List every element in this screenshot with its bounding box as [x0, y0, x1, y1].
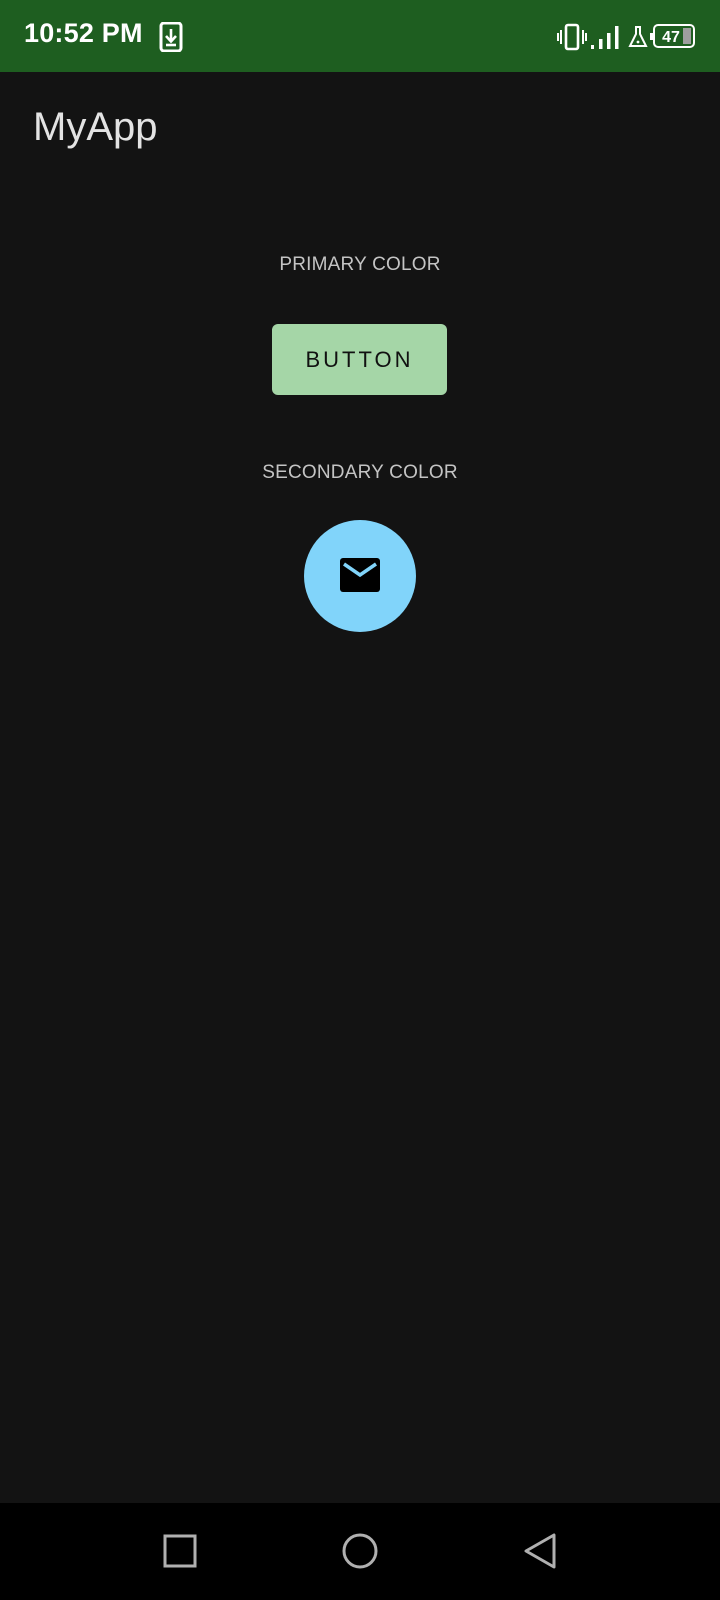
navigation-bar [0, 1503, 720, 1600]
screen: 10:52 PM 47 MyApp PRIMARY COLOR BUTTON S… [0, 0, 720, 1600]
vibrate-icon [557, 23, 587, 51]
battery-level-text: 47 [662, 29, 680, 46]
mail-fab-button[interactable] [304, 520, 416, 632]
download-status-icon [159, 22, 183, 52]
mail-icon [340, 558, 380, 592]
status-bar: 10:52 PM 47 [0, 0, 720, 72]
status-time: 10:52 PM [24, 18, 143, 48]
back-button[interactable] [520, 1531, 560, 1571]
signal-icon [591, 26, 619, 49]
primary-color-label: PRIMARY COLOR [279, 254, 441, 275]
battery-icon: 47 [650, 24, 695, 48]
primary-button[interactable]: BUTTON [272, 324, 447, 395]
app-title: MyApp [33, 105, 158, 149]
secondary-color-label: SECONDARY COLOR [262, 462, 458, 483]
home-button[interactable] [340, 1531, 380, 1571]
lab-icon [628, 26, 648, 47]
recents-button[interactable] [160, 1531, 200, 1571]
